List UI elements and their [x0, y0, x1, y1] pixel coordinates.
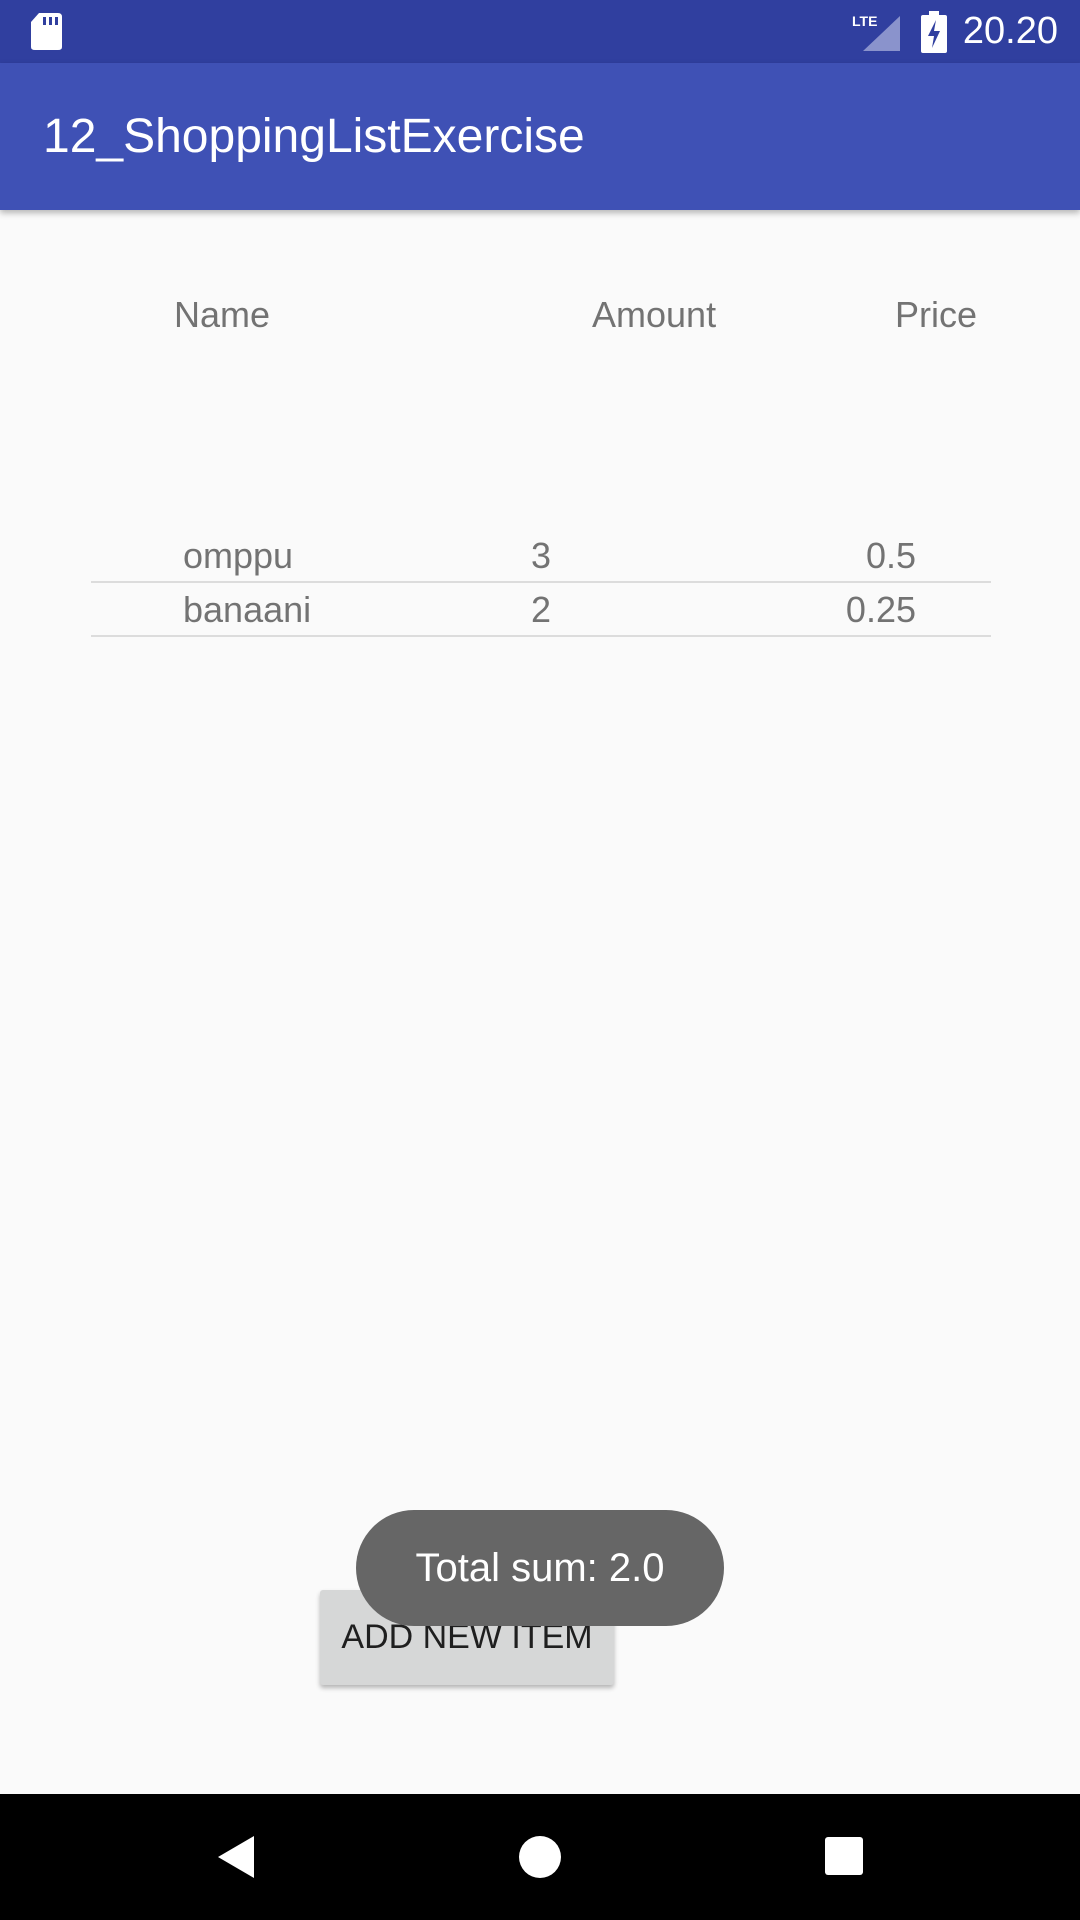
- item-name: omppu: [183, 535, 294, 576]
- item-name: banaani: [183, 589, 312, 630]
- header-amount: Amount: [592, 294, 717, 335]
- item-amount: 3: [531, 535, 552, 576]
- lte-signal-icon: LTE: [852, 13, 900, 51]
- home-icon[interactable]: [518, 1835, 562, 1879]
- total-sum-toast: Total sum: 2.0: [356, 1510, 724, 1626]
- item-amount: 2: [531, 589, 552, 630]
- sd-card-icon: [31, 13, 62, 50]
- app-bar: 12_ShoppingListExercise: [0, 63, 1080, 210]
- item-price: 0.25: [845, 589, 916, 630]
- item-price: 0.5: [865, 535, 916, 576]
- status-time: 20.20: [962, 10, 1058, 52]
- table-row: omppu 3 0.5: [91, 529, 991, 583]
- app-title: 12_ShoppingListExercise: [43, 110, 585, 163]
- header-price: Price: [894, 294, 977, 335]
- status-bar: LTE 20.20: [0, 0, 1080, 63]
- navigation-bar: [0, 1794, 1080, 1920]
- network-label: LTE: [852, 13, 877, 29]
- header-name: Name: [174, 294, 271, 335]
- battery-charging-icon: [921, 11, 947, 53]
- table-row: banaani 2 0.25: [91, 583, 991, 637]
- recents-icon[interactable]: [824, 1836, 864, 1876]
- back-icon[interactable]: [216, 1834, 256, 1880]
